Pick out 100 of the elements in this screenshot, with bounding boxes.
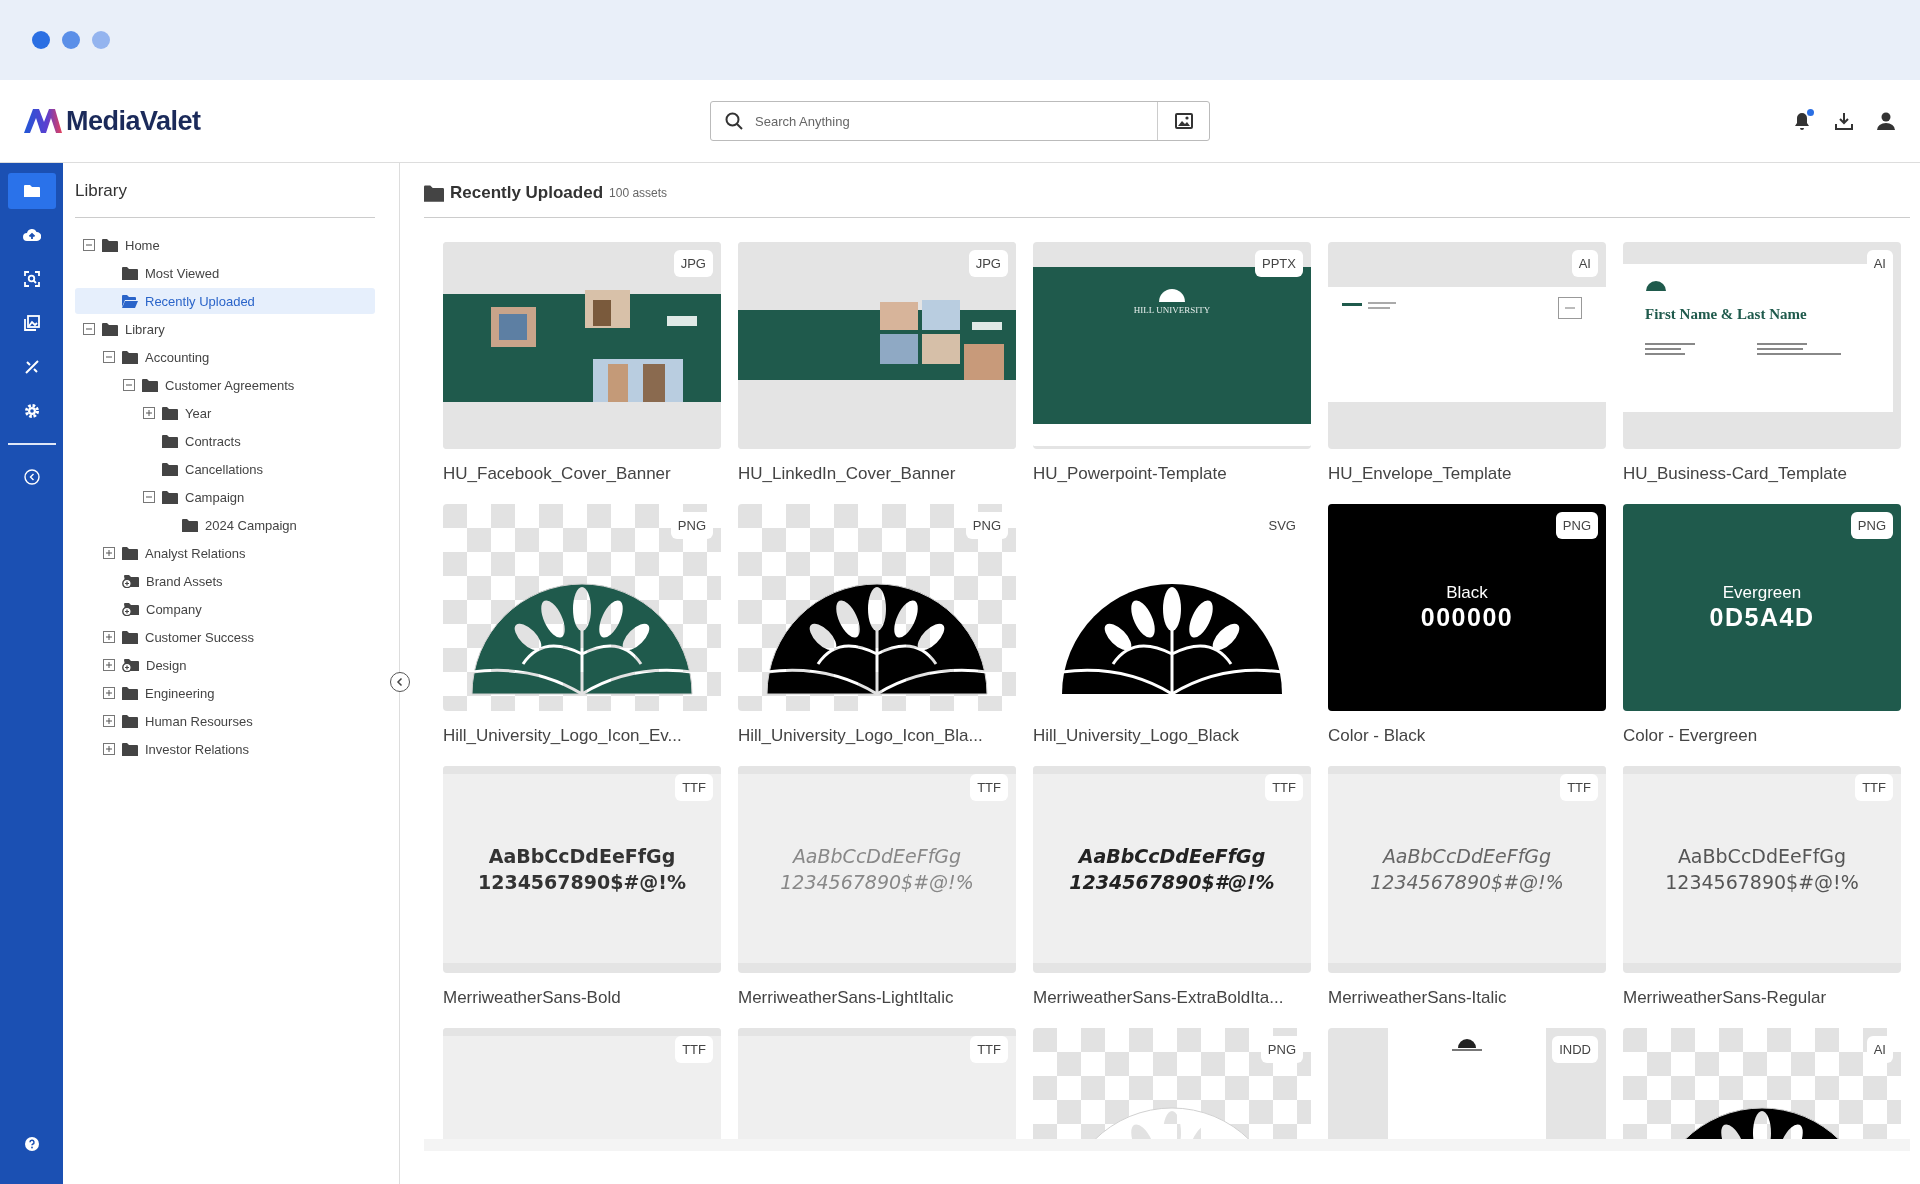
tree-item[interactable]: Library	[75, 316, 375, 342]
tree-logo-icon	[1157, 287, 1187, 303]
gallery-title: Recently Uploaded	[450, 183, 604, 203]
tree-item[interactable]: 2024 Campaign	[75, 512, 375, 538]
asset-thumbnail[interactable]: TTF	[738, 1028, 1016, 1139]
tree-item[interactable]: Most Viewed	[75, 260, 375, 286]
folder-icon	[122, 630, 138, 644]
font-sample: 1234567890$#@!%	[477, 870, 686, 893]
asset-name[interactable]: MerriweatherSans-Regular	[1623, 988, 1901, 1008]
font-sample: 1234567890$#@!%	[1665, 870, 1859, 893]
asset-thumbnail[interactable]: JPG	[738, 242, 1016, 449]
window-dot[interactable]	[62, 31, 80, 49]
image-icon	[1174, 113, 1193, 129]
collapse-icon[interactable]	[143, 491, 155, 503]
collapse-icon[interactable]	[123, 379, 135, 391]
asset-thumbnail[interactable]: JPG	[443, 242, 721, 449]
asset-thumbnail[interactable]: AaBbCcDdEeFfGg 1234567890$#@!% TTF	[443, 766, 721, 973]
font-sample: AaBbCcDdEeFfGg	[1382, 844, 1552, 867]
folder-icon	[23, 184, 40, 198]
asset-name[interactable]: HU_Facebook_Cover_Banner	[443, 464, 721, 484]
tree-item[interactable]: Human Resourses	[75, 708, 375, 734]
window-dot[interactable]	[92, 31, 110, 49]
asset-thumbnail[interactable]: PNG	[1033, 1028, 1311, 1139]
tree-item[interactable]: Contracts	[75, 428, 375, 454]
folder-name: Human Resourses	[145, 713, 253, 729]
asset-thumbnail[interactable]: TTF	[443, 1028, 721, 1139]
expand-icon[interactable]	[103, 687, 115, 699]
collapse-panel-button[interactable]	[390, 672, 410, 692]
tree-item[interactable]: Home	[75, 232, 375, 258]
asset-thumbnail[interactable]: INDD	[1328, 1028, 1606, 1139]
collapse-icon[interactable]	[103, 351, 115, 363]
asset-thumbnail[interactable]: PNG	[443, 504, 721, 711]
asset-name[interactable]: Hill_University_Logo_Icon_Ev...	[443, 726, 721, 746]
tree-logo-icon	[1645, 280, 1667, 292]
panel-title: Library	[75, 175, 375, 218]
asset-name[interactable]: HU_Business-Card_Template	[1623, 464, 1901, 484]
tree-item[interactable]: Accounting	[75, 344, 375, 370]
bell-icon	[1792, 111, 1812, 131]
tree-item[interactable]: Recently Uploaded	[75, 288, 375, 314]
asset-name[interactable]: Hill_University_Logo_Black	[1033, 726, 1311, 746]
file-type-badge: TTF	[675, 774, 713, 801]
tree-item[interactable]: Customer Success	[75, 624, 375, 650]
asset-thumbnail[interactable]: PNG	[738, 504, 1016, 711]
expand-icon[interactable]	[103, 659, 115, 671]
asset-thumbnail[interactable]: Evergreen 0D5A4D PNG	[1623, 504, 1901, 711]
folder-icon	[122, 714, 138, 728]
folder-name: Year	[185, 405, 212, 421]
folder-icon	[122, 742, 138, 756]
expand-icon[interactable]	[103, 715, 115, 727]
asset-thumbnail[interactable]: First Name & Last Name AI	[1623, 242, 1901, 449]
tree-item[interactable]: Campaign	[75, 484, 375, 510]
asset-thumbnail[interactable]: HILL UNIVERSITY PPTX	[1033, 242, 1311, 449]
folder-icon	[122, 686, 138, 700]
folder-icon	[102, 238, 118, 252]
collapse-icon[interactable]	[83, 239, 95, 251]
font-sample: 1234567890$#@!%	[780, 870, 974, 893]
asset-name[interactable]: MerriweatherSans-Bold	[443, 988, 721, 1008]
scrollbar-track[interactable]	[424, 1139, 1910, 1151]
font-sample: AaBbCcDdEeFfGg	[1078, 844, 1266, 867]
tree-item[interactable]: Year	[75, 400, 375, 426]
asset-name[interactable]: HU_Powerpoint-Template	[1033, 464, 1311, 484]
folder-name: Library	[125, 321, 165, 337]
asset-thumbnail[interactable]: Black 000000 PNG	[1328, 504, 1606, 711]
asset-name[interactable]: Color - Black	[1328, 726, 1606, 746]
asset-name[interactable]: MerriweatherSans-LightItalic	[738, 988, 1016, 1008]
window-dot[interactable]	[32, 31, 50, 49]
asset-thumbnail[interactable]: AaBbCcDdEeFfGg 1234567890$#@!% TTF	[738, 766, 1016, 973]
asset-thumbnail[interactable]: AI	[1328, 242, 1606, 449]
asset-name[interactable]: Hill_University_Logo_Icon_Bla...	[738, 726, 1016, 746]
tree-item[interactable]: Brand Assets	[75, 568, 375, 594]
asset-thumbnail[interactable]: AaBbCcDdEeFfGg 1234567890$#@!% TTF	[1328, 766, 1606, 973]
asset-thumbnail[interactable]: AaBbCcDdEeFfGg 1234567890$#@!% TTF	[1623, 766, 1901, 973]
tree-item[interactable]: Analyst Relations	[75, 540, 375, 566]
collapse-icon[interactable]	[83, 323, 95, 335]
asset-name[interactable]: MerriweatherSans-ExtraBoldIta...	[1033, 988, 1311, 1008]
tree-item[interactable]: Investor Relations	[75, 736, 375, 762]
search-field[interactable]: Search Anything	[710, 101, 1210, 141]
asset-thumbnail[interactable]: AaBbCcDdEeFfGg 1234567890$#@!% TTF	[1033, 766, 1311, 973]
tree-item[interactable]: Engineering	[75, 680, 375, 706]
tree-item[interactable]: Company	[75, 596, 375, 622]
swatch-label: Black	[1446, 583, 1488, 603]
asset-name[interactable]: HU_Envelope_Template	[1328, 464, 1606, 484]
asset-name[interactable]: MerriweatherSans-Italic	[1328, 988, 1606, 1008]
asset-thumbnail[interactable]: AI	[1623, 1028, 1901, 1139]
expand-icon[interactable]	[103, 743, 115, 755]
asset-name[interactable]: Color - Evergreen	[1623, 726, 1901, 746]
rail-button[interactable]	[7, 173, 56, 209]
tree-item[interactable]: Design	[75, 652, 375, 678]
asset-name[interactable]: HU_LinkedIn_Cover_Banner	[738, 464, 1016, 484]
tree-item[interactable]: Cancellations	[75, 456, 375, 482]
font-sample: AaBbCcDdEeFfGg	[1677, 844, 1847, 867]
expand-icon[interactable]	[143, 407, 155, 419]
gallery-icon	[23, 315, 40, 331]
expand-icon[interactable]	[103, 547, 115, 559]
folder-icon	[102, 322, 118, 336]
expand-icon[interactable]	[103, 631, 115, 643]
help-icon	[24, 1137, 39, 1151]
tree-item[interactable]: Customer Agreements	[75, 372, 375, 398]
file-type-badge: JPG	[673, 250, 713, 277]
folder-name: Recently Uploaded	[145, 293, 255, 309]
